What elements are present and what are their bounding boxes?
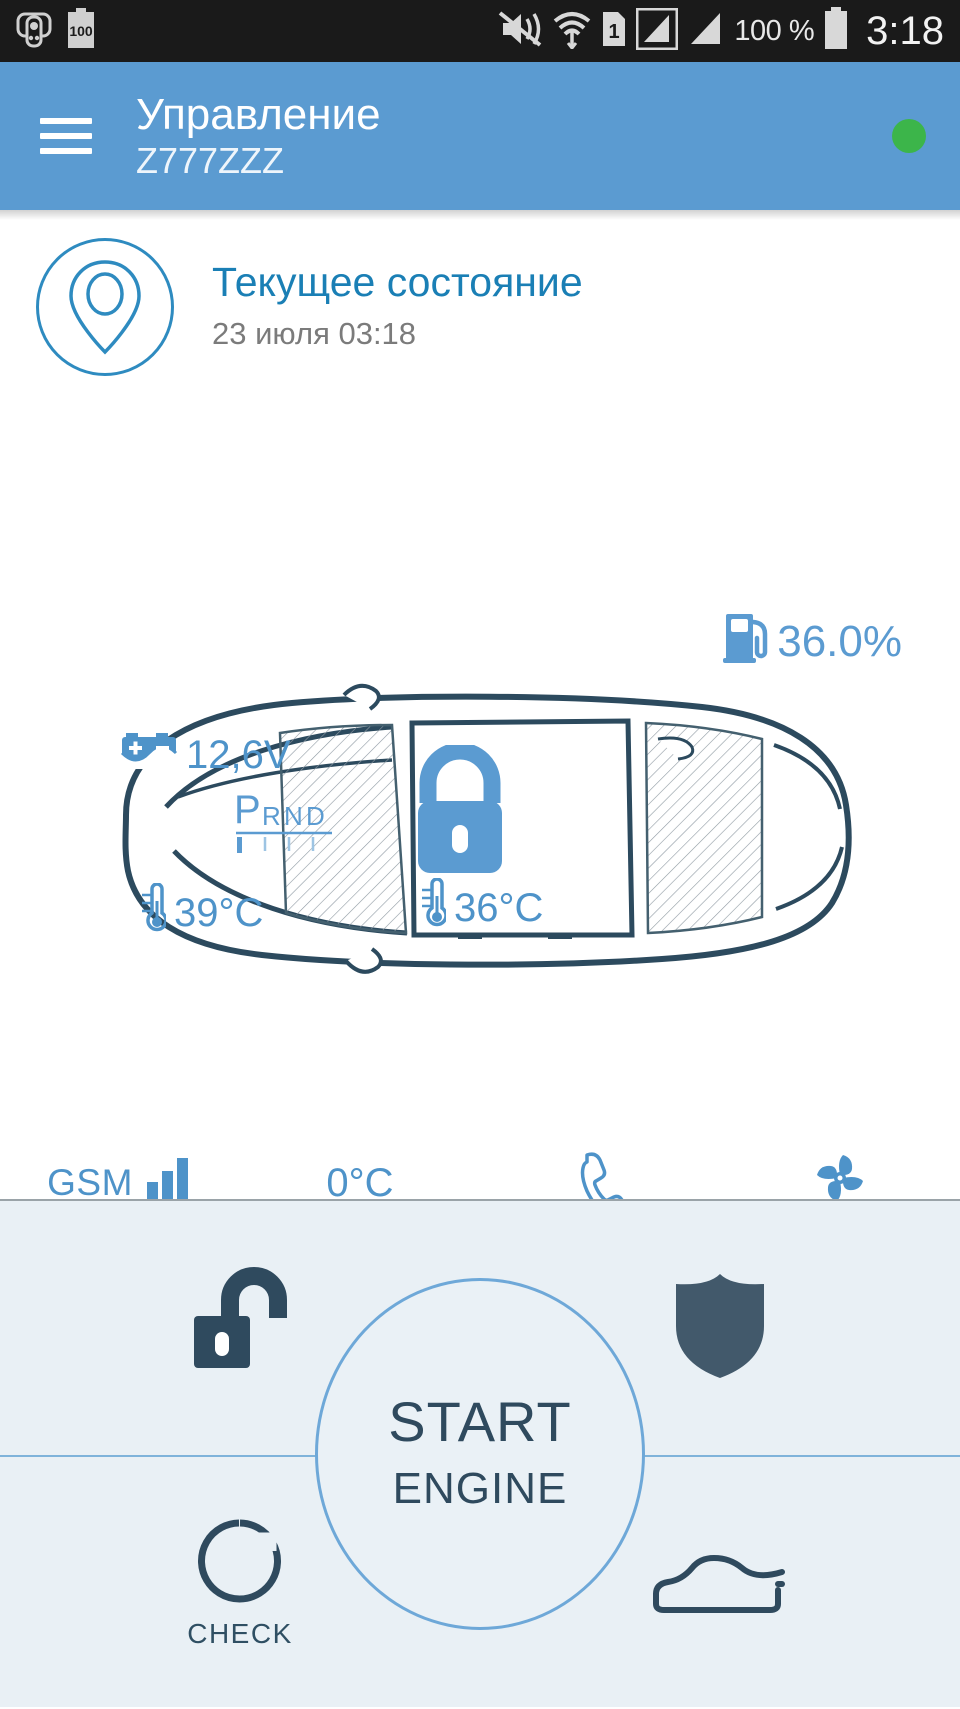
appbar-shadow: [0, 210, 960, 220]
keyfob-icon: [16, 9, 52, 54]
start-engine-button[interactable]: START ENGINE: [315, 1278, 645, 1630]
current-state-title: Текущее состояние: [212, 259, 583, 305]
android-status-bar: 100 1 100 % 3:18: [0, 0, 960, 62]
status-bar-left-icons: 100: [16, 7, 96, 55]
check-label: CHECK: [187, 1617, 293, 1649]
current-state-header[interactable]: Текущее состояние 23 июля 03:18: [0, 220, 960, 376]
app-bar-titles: Управление Z777ZZZ: [136, 91, 381, 182]
thermometer-icon: [420, 877, 448, 938]
vehicle-plate-label: Z777ZZZ: [136, 140, 285, 182]
engine-temperature-value: 39°C: [174, 890, 264, 935]
fuel-level-value: 36.0%: [777, 616, 902, 666]
signal-bars-2-icon: [687, 8, 725, 55]
hamburger-menu-icon[interactable]: [40, 118, 92, 154]
cabin-temperature-value: 36°C: [454, 885, 544, 930]
shield-icon[interactable]: [672, 1270, 768, 1387]
padlock-open-icon[interactable]: [180, 1266, 300, 1391]
engine-temperature-indicator: 39°C: [140, 882, 264, 943]
device-battery-icon: 100: [66, 7, 96, 55]
control-panel: CHECK START ENGINE: [0, 1199, 960, 1707]
gsm-label: GSM: [47, 1162, 133, 1203]
battery-voltage-value: 12,6V: [186, 732, 291, 777]
svg-text:R: R: [262, 801, 281, 831]
battery-percent-label: 100 %: [734, 14, 815, 47]
svg-text:100: 100: [69, 23, 93, 39]
page-title: Управление: [136, 89, 381, 139]
sim1-icon: 1: [601, 10, 627, 53]
battery-icon: [823, 6, 849, 56]
clock-label: 3:18: [866, 8, 944, 53]
start-engine-sub-label: ENGINE: [392, 1464, 568, 1513]
thermometer-icon: [140, 882, 168, 943]
current-state-timestamp: 23 июля 03:18: [212, 316, 417, 352]
wifi-icon: [552, 9, 592, 54]
padlock-open-icon: [400, 742, 520, 885]
mute-vibrate-icon: [497, 10, 543, 53]
battery-voltage-indicator: 12,6V: [120, 729, 291, 781]
car-battery-icon: [120, 729, 178, 781]
car-diagram: P R N D 12,6V 39°C 36°C: [0, 665, 960, 1005]
cabin-temperature-indicator: 36°C: [420, 877, 544, 938]
svg-text:1: 1: [609, 21, 620, 43]
check-circle-icon[interactable]: [194, 1515, 286, 1612]
signal-bars-1-icon: [635, 7, 679, 55]
location-pin-icon[interactable]: [36, 238, 174, 376]
svg-text:P: P: [234, 788, 261, 832]
car-trunk-icon[interactable]: [650, 1540, 790, 1625]
start-engine-main-label: START: [388, 1390, 572, 1453]
svg-text:D: D: [306, 801, 325, 831]
status-bar-right-icons: 1 100 % 3:18: [497, 6, 944, 56]
svg-text:N: N: [284, 801, 303, 831]
app-bar: Управление Z777ZZZ: [0, 62, 960, 210]
current-state-texts: Текущее состояние 23 июля 03:18: [212, 238, 583, 352]
gear-selector-icon: P R N D: [232, 783, 342, 864]
connection-status-dot: [892, 119, 926, 153]
